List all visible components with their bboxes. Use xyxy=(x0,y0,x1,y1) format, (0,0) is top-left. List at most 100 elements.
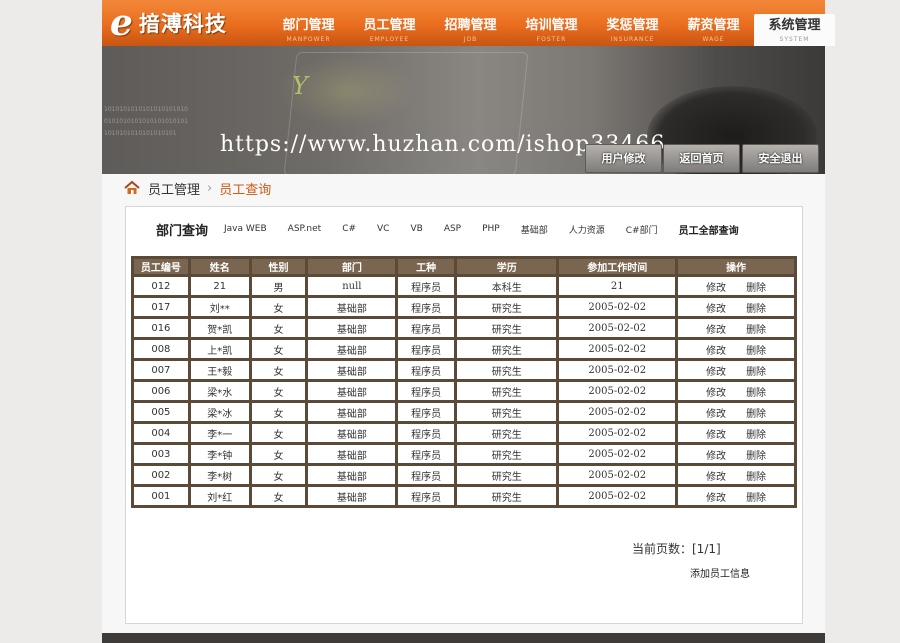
edit-link[interactable]: 修改 xyxy=(706,367,726,378)
cell-dept: 基础部 xyxy=(308,466,396,484)
edit-link[interactable]: 修改 xyxy=(706,451,726,462)
delete-link[interactable]: 删除 xyxy=(746,346,766,357)
cell-education: 研究生 xyxy=(457,340,557,358)
nav-label: 员工管理 xyxy=(363,18,416,33)
breadcrumb-section[interactable]: 员工管理 xyxy=(148,179,200,198)
filter-asp[interactable]: ASP xyxy=(444,224,461,234)
edit-link[interactable]: 修改 xyxy=(706,346,726,357)
cell-gender: 女 xyxy=(251,403,306,421)
table-row: 007 王*毅女基础部 程序员 研究生 2005-02-02 修改 删除 xyxy=(134,361,794,379)
cell-job: 程序员 xyxy=(398,340,455,358)
delete-link[interactable]: 删除 xyxy=(746,283,766,294)
nav-sub-label: INSURANCE xyxy=(610,36,655,43)
cell-job: 程序员 xyxy=(398,445,455,463)
cell-start-date: 2005-02-02 xyxy=(559,487,676,505)
cell-job: 程序员 xyxy=(398,403,455,421)
cell-start-date: 21 xyxy=(559,277,676,295)
edit-link[interactable]: 修改 xyxy=(706,325,726,336)
cell-actions: 修改 删除 xyxy=(678,487,794,505)
filter-csharp[interactable]: C# xyxy=(342,224,356,234)
nav-salary[interactable]: 薪资管理 WAGE xyxy=(673,14,754,46)
logo-mark: e xyxy=(110,2,133,44)
cell-job: 程序员 xyxy=(398,382,455,400)
delete-link[interactable]: 删除 xyxy=(746,367,766,378)
filter-java-web[interactable]: Java WEB xyxy=(224,224,267,234)
edit-link[interactable]: 修改 xyxy=(706,493,726,504)
cell-dept: 基础部 xyxy=(308,319,396,337)
table-row: 001 刘*红女基础部 程序员 研究生 2005-02-02 修改 删除 xyxy=(134,487,794,505)
edit-link[interactable]: 修改 xyxy=(706,304,726,315)
col-header: 工种 xyxy=(398,259,455,274)
cell-dept: 基础部 xyxy=(308,487,396,505)
table-row: 016 贺*凯女基础部 程序员 研究生 2005-02-02 修改 删除 xyxy=(134,319,794,337)
col-header: 员工编号 xyxy=(134,259,188,274)
delete-link[interactable]: 删除 xyxy=(746,325,766,336)
filter-csharp-dept[interactable]: C#部门 xyxy=(626,223,658,236)
cell-name: 梁*水 xyxy=(190,382,249,400)
delete-link[interactable]: 删除 xyxy=(746,388,766,399)
cell-name: 贺*凯 xyxy=(190,319,249,337)
cell-job: 程序员 xyxy=(398,298,455,316)
cell-education: 研究生 xyxy=(457,487,557,505)
delete-link[interactable]: 删除 xyxy=(746,451,766,462)
cell-emp-id: 007 xyxy=(134,361,188,379)
cell-start-date: 2005-02-02 xyxy=(559,340,676,358)
page: e 揞溥科技 部门管理 MANPOWER 员工管理 EMPLOYEE 招聘管理 … xyxy=(102,0,835,643)
nav-system[interactable]: 系统管理 SYSTEM xyxy=(754,14,835,46)
home-icon[interactable] xyxy=(124,180,140,196)
edit-link[interactable]: 修改 xyxy=(706,283,726,294)
edit-link[interactable]: 修改 xyxy=(706,388,726,399)
cell-actions: 修改 删除 xyxy=(678,277,794,295)
back-home-button[interactable]: 返回首页 xyxy=(663,144,740,173)
cell-name: 21 xyxy=(190,277,249,295)
col-header: 部门 xyxy=(308,259,396,274)
edit-link[interactable]: 修改 xyxy=(706,430,726,441)
cell-actions: 修改 删除 xyxy=(678,424,794,442)
nav-training[interactable]: 培训管理 FOSTER xyxy=(511,14,592,46)
delete-link[interactable]: 删除 xyxy=(746,409,766,420)
nav-rewards[interactable]: 奖惩管理 INSURANCE xyxy=(592,14,673,46)
delete-link[interactable]: 删除 xyxy=(746,472,766,483)
edit-link[interactable]: 修改 xyxy=(706,409,726,420)
delete-link[interactable]: 删除 xyxy=(746,493,766,504)
filter-hr[interactable]: 人力资源 xyxy=(569,223,605,236)
edit-user-button[interactable]: 用户修改 xyxy=(585,144,662,173)
nav-label: 系统管理 xyxy=(768,18,821,33)
table-row: 002 李*树女基础部 程序员 研究生 2005-02-02 修改 删除 xyxy=(134,466,794,484)
cell-emp-id: 006 xyxy=(134,382,188,400)
nav-label: 招聘管理 xyxy=(444,18,497,33)
dept-filter-bar: 部门查询 Java WEB ASP.net C# VC VB ASP PHP 基… xyxy=(156,219,739,239)
cell-actions: 修改 删除 xyxy=(678,466,794,484)
filter-php[interactable]: PHP xyxy=(482,224,500,234)
nav-label: 部门管理 xyxy=(282,18,335,33)
nav-dept[interactable]: 部门管理 MANPOWER xyxy=(268,14,349,46)
filter-vb[interactable]: VB xyxy=(410,224,422,234)
edit-link[interactable]: 修改 xyxy=(706,472,726,483)
content-panel: 部门查询 Java WEB ASP.net C# VC VB ASP PHP 基… xyxy=(125,206,803,624)
nav-label: 奖惩管理 xyxy=(606,18,659,33)
add-employee-link[interactable]: 添加员工信息 xyxy=(690,565,750,580)
delete-link[interactable]: 删除 xyxy=(746,430,766,441)
filter-vc[interactable]: VC xyxy=(377,224,389,234)
header-banner: Y 1010101010101010101010 0101010101010101… xyxy=(102,46,825,174)
top-header: e 揞溥科技 部门管理 MANPOWER 员工管理 EMPLOYEE 招聘管理 … xyxy=(102,0,835,46)
cell-dept: 基础部 xyxy=(308,361,396,379)
cell-job: 程序员 xyxy=(398,319,455,337)
cell-gender: 女 xyxy=(251,424,306,442)
filter-basic-dept[interactable]: 基础部 xyxy=(521,223,548,236)
cell-job: 程序员 xyxy=(398,424,455,442)
col-header: 操作 xyxy=(678,259,794,274)
cell-education: 研究生 xyxy=(457,445,557,463)
brand-name: 揞溥科技 xyxy=(138,12,227,36)
table-header-row: 员工编号 姓名 性别 部门 工种 学历 参加工作时间 操作 xyxy=(134,259,794,274)
delete-link[interactable]: 删除 xyxy=(746,304,766,315)
logout-button[interactable]: 安全退出 xyxy=(742,144,819,173)
query-all-employees-link[interactable]: 员工全部查询 xyxy=(679,222,739,237)
filter-asp-net[interactable]: ASP.net xyxy=(288,224,322,234)
nav-sub-label: JOB xyxy=(463,36,478,43)
nav-recruit[interactable]: 招聘管理 JOB xyxy=(430,14,511,46)
cell-start-date: 2005-02-02 xyxy=(559,424,676,442)
cell-actions: 修改 删除 xyxy=(678,403,794,421)
nav-employee[interactable]: 员工管理 EMPLOYEE xyxy=(349,14,430,46)
chevron-right-icon: › xyxy=(207,180,213,196)
